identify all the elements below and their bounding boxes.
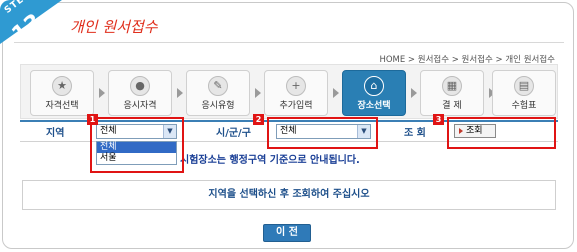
- district-label: 시/군/구: [216, 128, 251, 139]
- step-arrow-icon: [411, 88, 417, 98]
- previous-button[interactable]: 이 전: [263, 224, 311, 242]
- info-message: 지역을 선택하신 후 조회하여 주십시오: [22, 180, 556, 210]
- step-label: 수험표: [511, 101, 537, 111]
- step-qualification-select[interactable]: ★ 자격선택: [30, 70, 94, 116]
- step-label: 응시유형: [201, 101, 235, 111]
- document-edit-icon: ✎: [208, 76, 228, 96]
- step-label: 장소선택: [357, 101, 391, 111]
- marker-2: 2: [253, 114, 264, 125]
- marker-3: 3: [433, 114, 444, 125]
- step-eligibility[interactable]: ● 응시자격: [108, 70, 172, 116]
- step-location-select[interactable]: ⌂ 장소선택: [342, 70, 406, 116]
- building-icon: ⌂: [364, 76, 384, 96]
- step-label: 응시자격: [123, 101, 157, 111]
- add-input-icon: +: [286, 76, 306, 96]
- step-exam-ticket[interactable]: ▤ 수험표: [492, 70, 556, 116]
- calculator-icon: ▦: [442, 76, 462, 96]
- step-additional-input[interactable]: + 추가입력: [264, 70, 328, 116]
- step-arrow-icon: [333, 88, 339, 98]
- step-payment[interactable]: ▦ 결 제: [420, 70, 484, 116]
- step-label: 추가입력: [279, 101, 313, 111]
- certificate-icon: ★: [52, 76, 72, 96]
- query-label: 조 회: [404, 128, 426, 139]
- highlight-box-search: [447, 117, 556, 149]
- highlight-box-region: [90, 117, 184, 173]
- step-arrow-icon: [255, 88, 261, 98]
- step-arrow-icon: [177, 88, 183, 98]
- step-label: 결 제: [442, 101, 462, 111]
- step-exam-type[interactable]: ✎ 응시유형: [186, 70, 250, 116]
- step-arrow-icon: [99, 88, 105, 98]
- person-icon: ●: [130, 76, 150, 96]
- title-divider: [14, 42, 564, 43]
- ticket-icon: ▤: [514, 76, 534, 96]
- page-title: 개인 원서접수: [70, 18, 158, 36]
- marker-1: 1: [87, 114, 98, 125]
- step-label: 자격선택: [45, 101, 79, 111]
- region-label: 지역: [46, 128, 65, 139]
- highlight-box-district: [267, 117, 378, 149]
- notice-text: 시험장소는 행정구역 기준으로 안내됩니다.: [180, 155, 360, 166]
